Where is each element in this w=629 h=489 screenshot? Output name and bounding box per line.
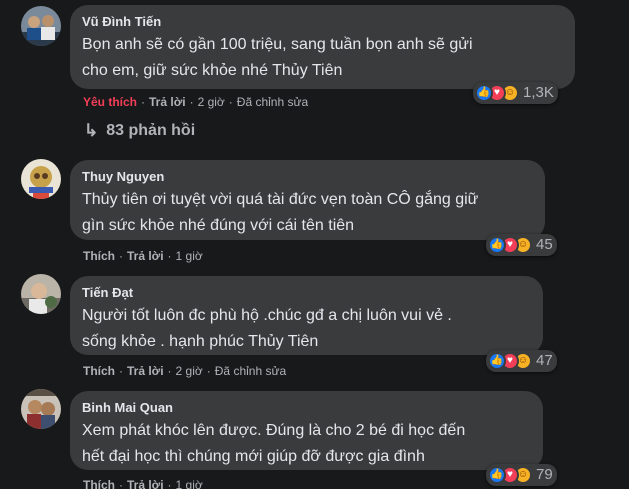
- separator: ·: [189, 95, 194, 109]
- reply-button[interactable]: Trả lời: [127, 363, 164, 379]
- comment-line: Thủy tiên ơi tuyệt vời quá tài đức vẹn t…: [82, 191, 479, 208]
- comment-bubble: Vũ Đình Tiến Bọn anh sẽ có gần 100 triệu…: [70, 5, 575, 89]
- edited-label: Đã chỉnh sửa: [214, 364, 287, 378]
- comment-author[interactable]: Vũ Đình Tiến: [82, 13, 563, 30]
- reply-arrow-icon: ↳: [84, 121, 99, 140]
- reaction-summary[interactable]: 👍 ♥ ☺ 1,3K: [473, 82, 558, 104]
- separator: ·: [119, 364, 123, 378]
- comment-line: hết đại học thì chúng mới giúp đỡ được g…: [82, 448, 425, 465]
- comment-bubble: Tiến Đạt Người tốt luôn đc phù hộ .chúc …: [70, 276, 543, 355]
- comment-line: Bọn anh sẽ có gần 100 triệu, sang tuần b…: [82, 36, 473, 53]
- comment-time[interactable]: 1 giờ: [176, 477, 203, 489]
- edited-label: Đã chỉnh sửa: [236, 95, 309, 109]
- comment-line: Xem phát khóc lên được. Đúng là cho 2 bé…: [82, 422, 466, 439]
- avatar[interactable]: [21, 159, 61, 199]
- comment-bubble: Binh Mai Quan Xem phát khóc lên được. Đú…: [70, 391, 543, 470]
- separator: ·: [167, 364, 172, 378]
- comment-time[interactable]: 2 giờ: [176, 363, 203, 379]
- like-button[interactable]: Yêu thích: [83, 94, 137, 110]
- reaction-summary[interactable]: 👍 ♥ ☺ 45: [486, 234, 557, 256]
- comment-text: Người tốt luôn đc phù hộ .chúc gđ a chị …: [82, 303, 531, 355]
- avatar[interactable]: [21, 389, 61, 429]
- separator: ·: [119, 478, 123, 489]
- comment-actions: Thích · Trả lời · 1 giờ: [83, 477, 203, 489]
- separator: ·: [206, 364, 211, 378]
- reaction-count: 47: [536, 352, 553, 369]
- comment-bubble: Thuy Nguyen Thủy tiên ơi tuyệt vời quá t…: [70, 160, 545, 240]
- reaction-count: 79: [536, 466, 553, 483]
- like-icon: 👍: [488, 236, 506, 254]
- like-icon: 👍: [488, 466, 506, 484]
- separator: ·: [119, 249, 123, 263]
- comment-text: Thủy tiên ơi tuyệt vời quá tài đức vẹn t…: [82, 187, 533, 239]
- comment-actions: Thích · Trả lời · 1 giờ: [83, 248, 203, 264]
- reply-button[interactable]: Trả lời: [127, 477, 164, 489]
- reply-button[interactable]: Trả lời: [127, 248, 164, 264]
- like-button[interactable]: Thích: [83, 477, 115, 489]
- like-button[interactable]: Thích: [83, 363, 115, 379]
- comment-line: gìn sức khỏe nhé đúng với cái tên tiên: [82, 217, 355, 234]
- separator: ·: [228, 95, 233, 109]
- comment-actions: Yêu thích · Trả lời · 2 giờ · Đã chỉnh s…: [83, 94, 308, 110]
- comment-time[interactable]: 1 giờ: [176, 248, 203, 264]
- comment-time[interactable]: 2 giờ: [198, 94, 225, 110]
- avatar[interactable]: [21, 6, 61, 46]
- comment-text: Xem phát khóc lên được. Đúng là cho 2 bé…: [82, 418, 531, 470]
- like-icon: 👍: [488, 352, 506, 370]
- separator: ·: [167, 249, 172, 263]
- reaction-summary[interactable]: 👍 ♥ ☺ 79: [486, 464, 557, 486]
- reaction-count: 1,3K: [523, 84, 554, 101]
- like-button[interactable]: Thích: [83, 248, 115, 264]
- comment-text: Bọn anh sẽ có gần 100 triệu, sang tuần b…: [82, 32, 563, 84]
- comment-author[interactable]: Binh Mai Quan: [82, 399, 531, 416]
- replies-count: 83 phản hồi: [106, 122, 196, 139]
- reaction-summary[interactable]: 👍 ♥ ☺ 47: [486, 350, 557, 372]
- separator: ·: [141, 95, 146, 109]
- like-icon: 👍: [475, 84, 493, 102]
- comment-line: cho em, giữ sức khỏe nhé Thủy Tiên: [82, 62, 343, 79]
- reaction-count: 45: [536, 236, 553, 253]
- comment-line: Người tốt luôn đc phù hộ .chúc gđ a chị …: [82, 307, 452, 324]
- separator: ·: [167, 478, 172, 489]
- reply-button[interactable]: Trả lời: [149, 94, 186, 110]
- avatar[interactable]: [21, 274, 61, 314]
- comment-author[interactable]: Tiến Đạt: [82, 284, 531, 301]
- comment-line: sống khỏe . hạnh phúc Thủy Tiên: [82, 333, 319, 350]
- view-replies-link[interactable]: ↳ 83 phản hồi: [84, 121, 195, 141]
- comment-actions: Thích · Trả lời · 2 giờ · Đã chỉnh sửa: [83, 363, 286, 379]
- comment-author[interactable]: Thuy Nguyen: [82, 168, 533, 185]
